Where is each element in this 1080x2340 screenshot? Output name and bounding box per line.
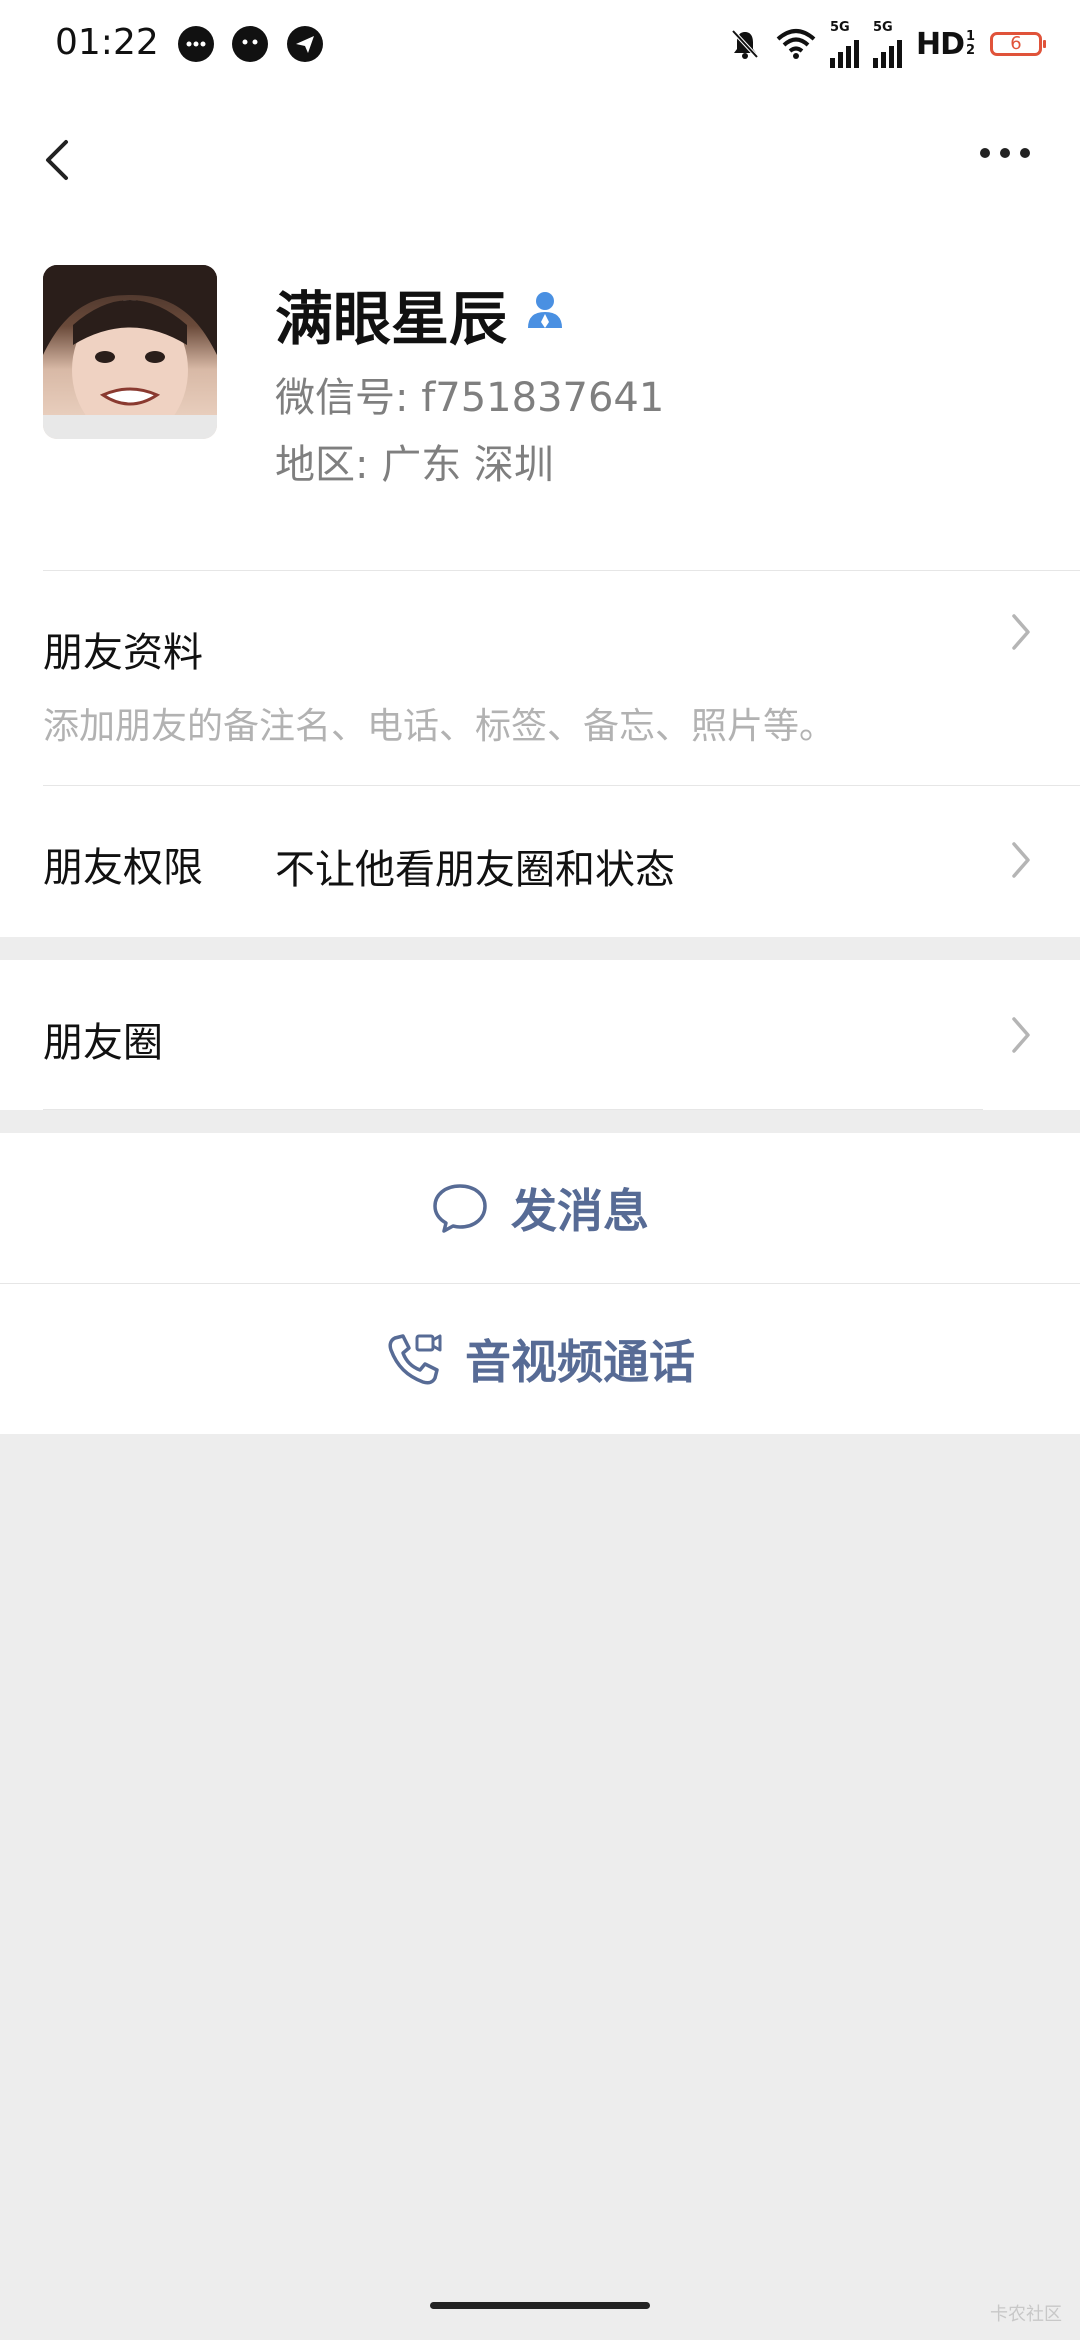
chevron-left-icon bbox=[46, 140, 68, 180]
back-button[interactable] bbox=[38, 130, 78, 190]
wifi-icon bbox=[776, 29, 816, 59]
chevron-right-icon bbox=[1010, 840, 1032, 880]
avatar[interactable] bbox=[43, 265, 217, 439]
chat-bubble-icon bbox=[178, 26, 214, 62]
status-time: 01:22 bbox=[55, 22, 159, 63]
region: 地区: 广东 深圳 bbox=[275, 442, 554, 488]
moments-title: 朋友圈 bbox=[43, 1020, 163, 1066]
friend-permission-value: 不让他看朋友圈和状态 bbox=[275, 847, 675, 893]
friend-info-title: 朋友资料 bbox=[43, 630, 203, 676]
network-type-1: 5G bbox=[829, 19, 850, 35]
av-call-button[interactable]: 音视频通话 bbox=[0, 1284, 1080, 1434]
video-call-icon bbox=[388, 1334, 442, 1385]
watermark: 卡农社区 bbox=[990, 2304, 1062, 2325]
network-type-2: 5G bbox=[872, 19, 893, 35]
mute-bell-icon bbox=[731, 29, 759, 59]
divider bbox=[43, 570, 1080, 571]
battery-icon: 6 bbox=[990, 32, 1046, 56]
verified-person-icon bbox=[525, 288, 565, 332]
send-message-button[interactable]: 发消息 bbox=[0, 1133, 1080, 1283]
wechat-id: 微信号: f751837641 bbox=[275, 375, 665, 421]
divider bbox=[43, 785, 1080, 786]
signal-1-icon: 5G bbox=[829, 19, 859, 68]
avatar-portrait-icon bbox=[43, 265, 217, 439]
chevron-right-icon bbox=[1010, 612, 1032, 652]
message-app-icon bbox=[232, 26, 268, 62]
chevron-right-icon bbox=[1010, 1015, 1032, 1055]
friend-info-subtitle: 添加朋友的备注名、电话、标签、备忘、照片等。 bbox=[43, 706, 836, 747]
send-message-label: 发消息 bbox=[511, 1184, 649, 1238]
more-button[interactable] bbox=[980, 148, 1030, 158]
send-app-icon bbox=[287, 26, 323, 62]
home-indicator[interactable] bbox=[430, 2302, 650, 2309]
status-right-group: 5G 5G HD 1 2 6 bbox=[728, 19, 1046, 68]
profile-name: 满眼星辰 bbox=[275, 285, 508, 353]
divider bbox=[43, 1109, 983, 1110]
hd-label: HD bbox=[915, 26, 965, 62]
more-dot-icon bbox=[1000, 148, 1010, 158]
signal-2-icon: 5G bbox=[872, 19, 902, 68]
hd-sub: 1 2 bbox=[966, 29, 976, 58]
chat-bubble-outline-icon bbox=[433, 1184, 487, 1233]
more-dot-icon bbox=[1020, 148, 1030, 158]
more-dot-icon bbox=[980, 148, 990, 158]
friend-permission-title: 朋友权限 bbox=[43, 845, 203, 891]
av-call-label: 音视频通话 bbox=[465, 1335, 695, 1389]
